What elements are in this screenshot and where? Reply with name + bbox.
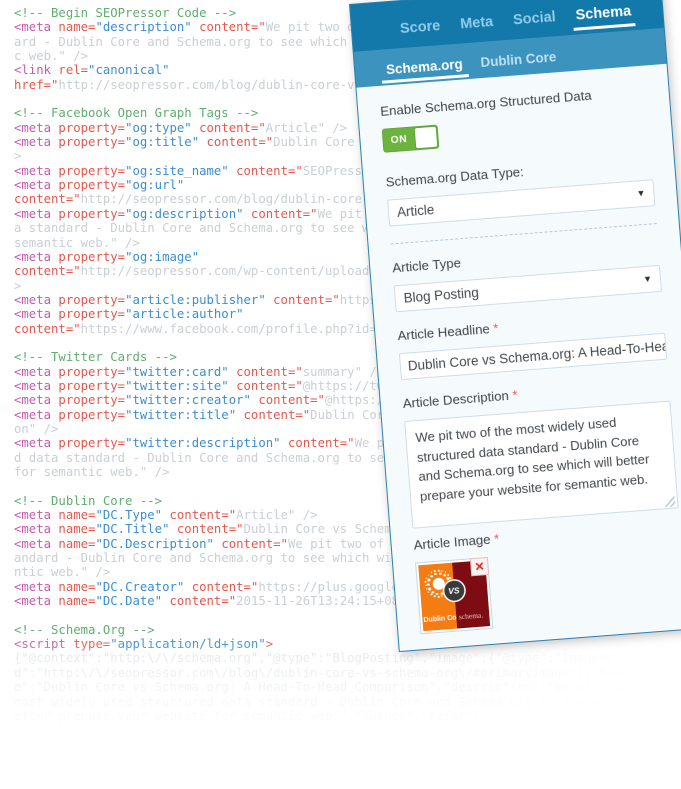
sunburst-dot — [437, 569, 440, 572]
tab-social-label: Social — [512, 9, 557, 29]
sunburst-dot — [430, 574, 433, 578]
enable-structured-data-toggle[interactable]: ON — [381, 124, 440, 153]
chevron-down-icon: ▼ — [636, 187, 646, 199]
tab-schema-active-indicator — [573, 23, 636, 31]
seopressor-schema-panel: Score Meta Social Schema Schema.org Dubl… — [349, 0, 681, 653]
tab-meta-label: Meta — [459, 14, 494, 33]
tab-score-label: Score — [399, 18, 441, 38]
toggle-knob — [414, 126, 438, 149]
sunburst-dot — [430, 593, 433, 596]
sunburst-dot — [427, 578, 431, 582]
resize-grip-icon[interactable] — [664, 496, 676, 508]
sunburst-dot — [437, 595, 440, 598]
sunburst-dot — [424, 580, 427, 583]
sunburst-dot — [441, 595, 444, 597]
subtab-schema-org-label: Schema.org — [385, 56, 464, 78]
tab-social[interactable]: Social — [503, 8, 568, 40]
tab-score[interactable]: Score — [389, 17, 451, 49]
image-right-caption: schema. — [458, 610, 484, 622]
sunburst-dot — [427, 574, 430, 576]
sunburst-dot — [433, 570, 436, 573]
article-image-thumbnail[interactable]: Dublin Core schema. VS ✕ — [415, 556, 494, 635]
tab-schema-label: Schema — [575, 3, 632, 24]
article-type-value: Blog Posting — [403, 284, 480, 306]
required-marker: * — [511, 387, 519, 403]
enable-structured-data-label: Enable Schema.org Structured Data — [379, 87, 593, 119]
sunburst-dot — [425, 587, 428, 590]
delete-image-button[interactable]: ✕ — [469, 556, 490, 577]
seopressor-schema-panel-wrapper: Score Meta Social Schema Schema.org Dubl… — [349, 0, 681, 662]
toggle-state-label: ON — [390, 132, 408, 147]
sunburst-dot — [449, 577, 452, 580]
section-divider — [390, 223, 657, 245]
required-marker: * — [493, 531, 500, 547]
sunburst-dot — [428, 587, 431, 591]
tab-schema[interactable]: Schema — [565, 3, 642, 36]
sunburst-dot — [424, 584, 427, 587]
sunburst-dot — [447, 574, 450, 576]
article-description-textarea[interactable]: We pit two of the most widely used struc… — [404, 400, 679, 529]
sunburst-dot — [430, 571, 433, 574]
sunburst-dot — [438, 572, 442, 575]
required-marker: * — [492, 320, 499, 336]
article-description-value: We pit two of the most widely used struc… — [414, 414, 650, 504]
sunburst-dot — [443, 573, 446, 577]
code-line: {"@context":"http:\/\/schema.org","@type… — [14, 651, 681, 723]
chevron-down-icon: ▼ — [642, 273, 653, 285]
schema-form-body: Enable Schema.org Structured Data ON Sch… — [356, 64, 681, 636]
sunburst-dot — [433, 595, 436, 597]
tab-meta[interactable]: Meta — [450, 13, 505, 44]
subtab-dublin-core-label: Dublin Core — [479, 49, 557, 71]
sunburst-dot — [426, 583, 430, 586]
sunburst-dot — [434, 572, 437, 576]
sunburst-dot — [427, 591, 430, 594]
schema-data-type-value: Article — [396, 202, 435, 220]
